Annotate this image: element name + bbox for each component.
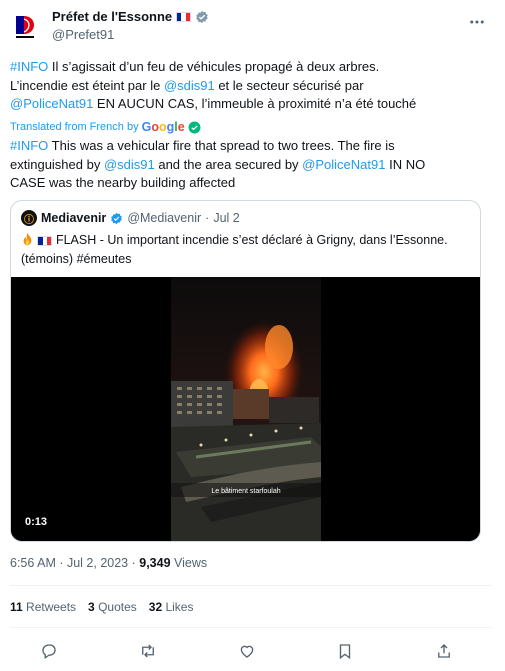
tweet-action-bar [38,640,455,662]
divider-top [10,585,491,586]
original-text-segment: et le secteur sécurisé par [214,77,364,93]
quotes-count: 3 [88,600,95,614]
tweet-meta: 6:56 AM · Jul 2, 2023 · 9,349 Views [10,556,207,570]
author-handle[interactable]: @Prefet91 [52,27,114,42]
likes-stat[interactable]: 32 Likes [149,600,194,614]
reply-icon [42,644,56,660]
retweet-button[interactable] [137,640,159,662]
retweets-label: Retweets [22,600,77,614]
original-text-segment: Il s’agissait d’un feu de véhicules prop… [48,59,380,74]
quotes-stat[interactable]: 3 Quotes [88,600,137,614]
quoted-tweet-card[interactable]: ⓘ Mediavenir @Mediavenir · Jul 2 FLASH -… [10,200,481,542]
quoted-line-2: (témoins) #émeutes [21,251,132,266]
france-flag-icon [176,11,192,22]
hashtag-info[interactable]: #INFO [10,138,48,153]
likes-count: 32 [148,600,163,614]
translated-label: Translated from French by [10,121,139,133]
retweets-stat[interactable]: 11 Retweets [10,600,76,614]
translation-text-segment: extinguished by [10,156,104,172]
share-icon [438,644,450,658]
quoted-separator: · [205,211,210,225]
views-label: Views [170,556,208,570]
author-name-row[interactable]: Préfet de l'Essonne [52,9,209,24]
heart-icon [240,645,253,658]
original-text-segment: EN AUCUN CAS, l’immeuble à proximité n’a… [93,96,417,111]
translation-line-2: extinguished by @sdis91 and the area sec… [10,156,495,175]
translation-check-icon [188,121,201,133]
more-options-icon[interactable] [463,8,491,36]
tweet-header: Préfet de l'Essonne @Prefet91 [10,8,491,48]
divider-bottom [10,627,491,628]
quoted-line-1: FLASH - Un important incendie s’est décl… [21,231,471,250]
tweet-timestamp[interactable]: 6:56 AM · Jul 2, 2023 · [10,556,139,570]
translation-text-segment: IN NO [385,156,426,172]
views-count: 9,349 [139,556,171,570]
likes-label: Likes [162,600,194,614]
tweet-original-text: #INFO Il s’agissait d’un feu de véhicule… [10,58,495,114]
video-duration: 0:13 [25,516,48,528]
translation-text-segment: This was a vehicular fire that spread to… [48,138,395,153]
translation-text-segment: CASE was the nearby building affected [10,175,236,190]
translation-line-1: #INFO This was a vehicular fire that spr… [10,137,495,156]
quoted-date[interactable]: Jul 2 [213,211,239,225]
quoted-tweet-header: ⓘ Mediavenir @Mediavenir · Jul 2 [21,210,240,226]
translation-line-3: CASE was the nearby building affected [10,174,495,193]
mention-sdis91[interactable]: @sdis91 [164,78,215,93]
engagement-stats: 11 Retweets 3 Quotes 32 Likes [10,600,193,614]
france-flag-icon [37,236,53,246]
video-caption-text: Le bâtiment starfoulah [211,488,280,495]
quoted-flash-text: FLASH - Un important incendie s’est décl… [55,233,448,247]
video-thumbnail-fire-night-scene: Le bâtiment starfoulah [11,277,480,541]
share-button[interactable] [433,640,455,662]
original-text-segment: L’incendie est éteint par le [10,77,164,93]
original-line-2: L’incendie est éteint par le @sdis91 et … [10,77,495,96]
quoted-author-name[interactable]: Mediavenir [41,211,106,225]
like-button[interactable] [236,640,258,662]
mention-policenat91[interactable]: @PoliceNat91 [10,96,93,111]
hashtag-info[interactable]: #INFO [10,59,48,74]
original-line-1: #INFO Il s’agissait d’un feu de véhicule… [10,58,495,77]
video-player[interactable]: Le bâtiment starfoulah 0:13 [11,277,480,541]
prefet-logo-avatar[interactable] [10,8,46,44]
verified-badge-icon [111,212,123,224]
mention-policenat91[interactable]: @PoliceNat91 [302,157,385,172]
government-verified-badge-icon [196,10,208,23]
google-logo-text: Google [141,120,185,134]
bookmark-button[interactable] [334,640,356,662]
retweet-icon [141,644,154,658]
mention-sdis91[interactable]: @sdis91 [104,157,155,172]
bookmark-icon [340,644,351,660]
retweets-count: 11 [10,600,23,614]
fire-emoji-icon [23,232,32,246]
reply-button[interactable] [38,640,60,662]
author-name[interactable]: Préfet de l'Essonne [52,9,172,24]
mediavenir-avatar[interactable]: ⓘ [21,210,37,226]
translated-by-google[interactable]: Translated from French by Google [10,120,201,134]
quoted-tweet-text: FLASH - Un important incendie s’est décl… [21,231,471,268]
quoted-author-handle[interactable]: @Mediavenir [127,211,201,225]
original-line-3: @PoliceNat91 EN AUCUN CAS, l’immeuble à … [10,95,495,114]
quotes-label: Quotes [94,600,137,614]
tweet-translated-text: #INFO This was a vehicular fire that spr… [10,137,495,193]
translation-text-segment: and the area secured by [154,156,303,172]
